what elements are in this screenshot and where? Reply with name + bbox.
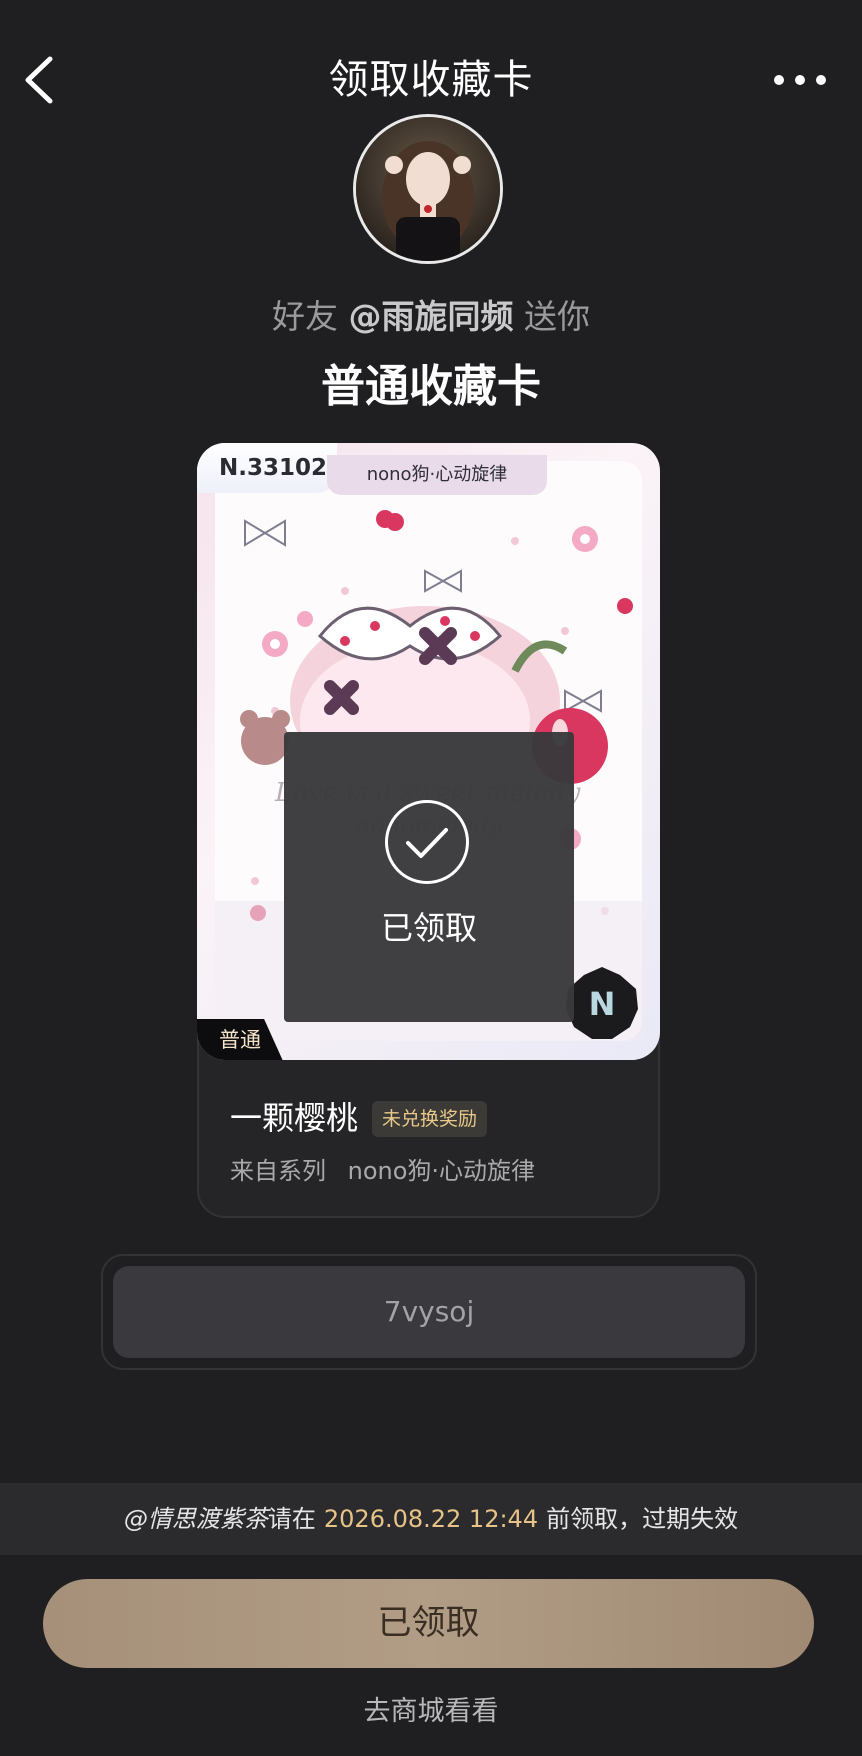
card-series-tab: nono狗·心动旋律 — [327, 455, 547, 495]
brand-badge-icon: N — [562, 963, 642, 1043]
gift-prefix: 好友 — [272, 297, 338, 336]
card-kind-title: 普通收藏卡 — [321, 361, 541, 412]
card-serial: N.331021 — [197, 443, 343, 493]
page-title: 领取收藏卡 — [328, 57, 534, 103]
gift-message: 好友 @雨旎同频 送你 — [0, 290, 862, 340]
go-to-store-link[interactable]: 去商城看看 — [0, 1690, 862, 1734]
check-icon — [406, 828, 448, 858]
notice-tail: 前领取，过期失效 — [546, 1505, 739, 1533]
gift-suffix: 送你 — [524, 297, 590, 336]
more-dot-icon — [816, 75, 826, 85]
expiry-date: 2026.08.22 12:44 — [323, 1505, 539, 1533]
check-circle — [385, 800, 469, 884]
friend-name[interactable]: @雨旎同频 — [349, 297, 514, 336]
notice-middle: 请在 — [267, 1505, 316, 1533]
brand-letter: N — [589, 985, 616, 1023]
overlay-status: 已领取 — [380, 909, 477, 947]
more-button[interactable] — [760, 56, 840, 104]
sender-name: @情思渡紫茶 — [123, 1505, 268, 1533]
series-name[interactable]: nono狗·心动旋律 — [348, 1157, 535, 1185]
series-prefix: 来自系列 — [230, 1157, 326, 1185]
more-dot-icon — [774, 75, 784, 85]
series-info: 来自系列 nono狗·心动旋律 — [230, 1153, 535, 1189]
avatar-image — [356, 117, 500, 261]
claimed-button[interactable]: 已领取 — [43, 1579, 814, 1668]
more-dot-icon — [795, 75, 805, 85]
expiry-notice: @情思渡紫茶请在 2026.08.22 12:44 前领取，过期失效 — [0, 1483, 862, 1555]
claimed-overlay: 已领取 — [284, 732, 574, 1022]
card-name: 一颗樱桃 — [230, 1099, 359, 1137]
reward-badge: 未兑换奖励 — [372, 1101, 488, 1137]
redeem-code[interactable]: 7vysoj — [113, 1266, 745, 1358]
avatar — [353, 114, 503, 264]
